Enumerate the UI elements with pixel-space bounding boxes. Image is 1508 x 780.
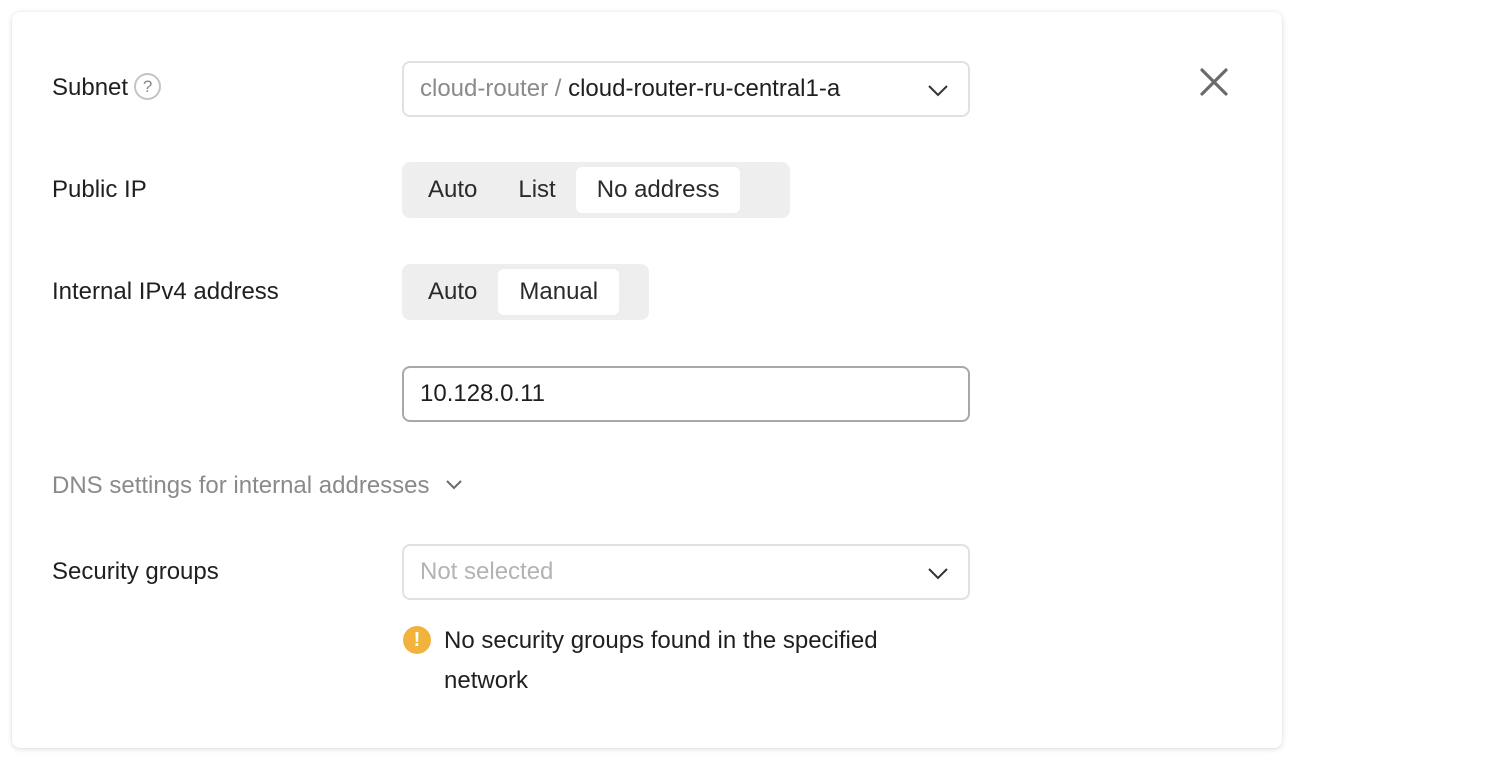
public-ip-option-auto[interactable]: Auto [407, 167, 498, 213]
close-icon[interactable] [1198, 66, 1230, 98]
internal-ipv4-option-auto[interactable]: Auto [407, 269, 498, 315]
public-ip-option-list[interactable]: List [498, 167, 575, 213]
security-groups-placeholder: Not selected [420, 558, 554, 585]
warning-icon: ! [403, 626, 431, 654]
dns-settings-toggle[interactable]: DNS settings for internal addresses [52, 471, 464, 501]
security-groups-warning: No security groups found in the specifie… [444, 627, 878, 694]
subnet-select-value: cloud-router / cloud-router-ru-central1-… [420, 74, 840, 104]
help-icon[interactable]: ? [134, 73, 162, 101]
chevron-down-icon [928, 568, 948, 580]
security-groups-select[interactable]: Not selected [402, 544, 970, 600]
chevron-down-icon [445, 479, 462, 490]
dns-settings-label: DNS settings for internal addresses [52, 472, 430, 499]
security-groups-label: Security groups [52, 558, 219, 585]
subnet-label-row: Subnet? [52, 73, 162, 103]
subnet-select[interactable]: cloud-router / cloud-router-ru-central1-… [402, 61, 970, 117]
internal-ipv4-address-input[interactable]: 10.128.0.11 [402, 366, 970, 422]
internal-ipv4-label: Internal IPv4 address [52, 278, 279, 305]
subnet-name: cloud-router-ru-central1-a [568, 75, 841, 102]
public-ip-label: Public IP [52, 176, 147, 203]
public-ip-segmented: Auto List No address [402, 162, 790, 218]
chevron-down-icon [928, 85, 948, 97]
subnet-label: Subnet [52, 74, 129, 101]
network-interface-card: Subnet? cloud-router / cloud-router-ru-c… [12, 12, 1282, 748]
internal-ipv4-segmented: Auto Manual [402, 264, 649, 320]
internal-ipv4-option-manual[interactable]: Manual [498, 269, 620, 315]
subnet-network-prefix: cloud-router / [420, 75, 569, 102]
public-ip-option-no-address[interactable]: No address [575, 167, 741, 213]
